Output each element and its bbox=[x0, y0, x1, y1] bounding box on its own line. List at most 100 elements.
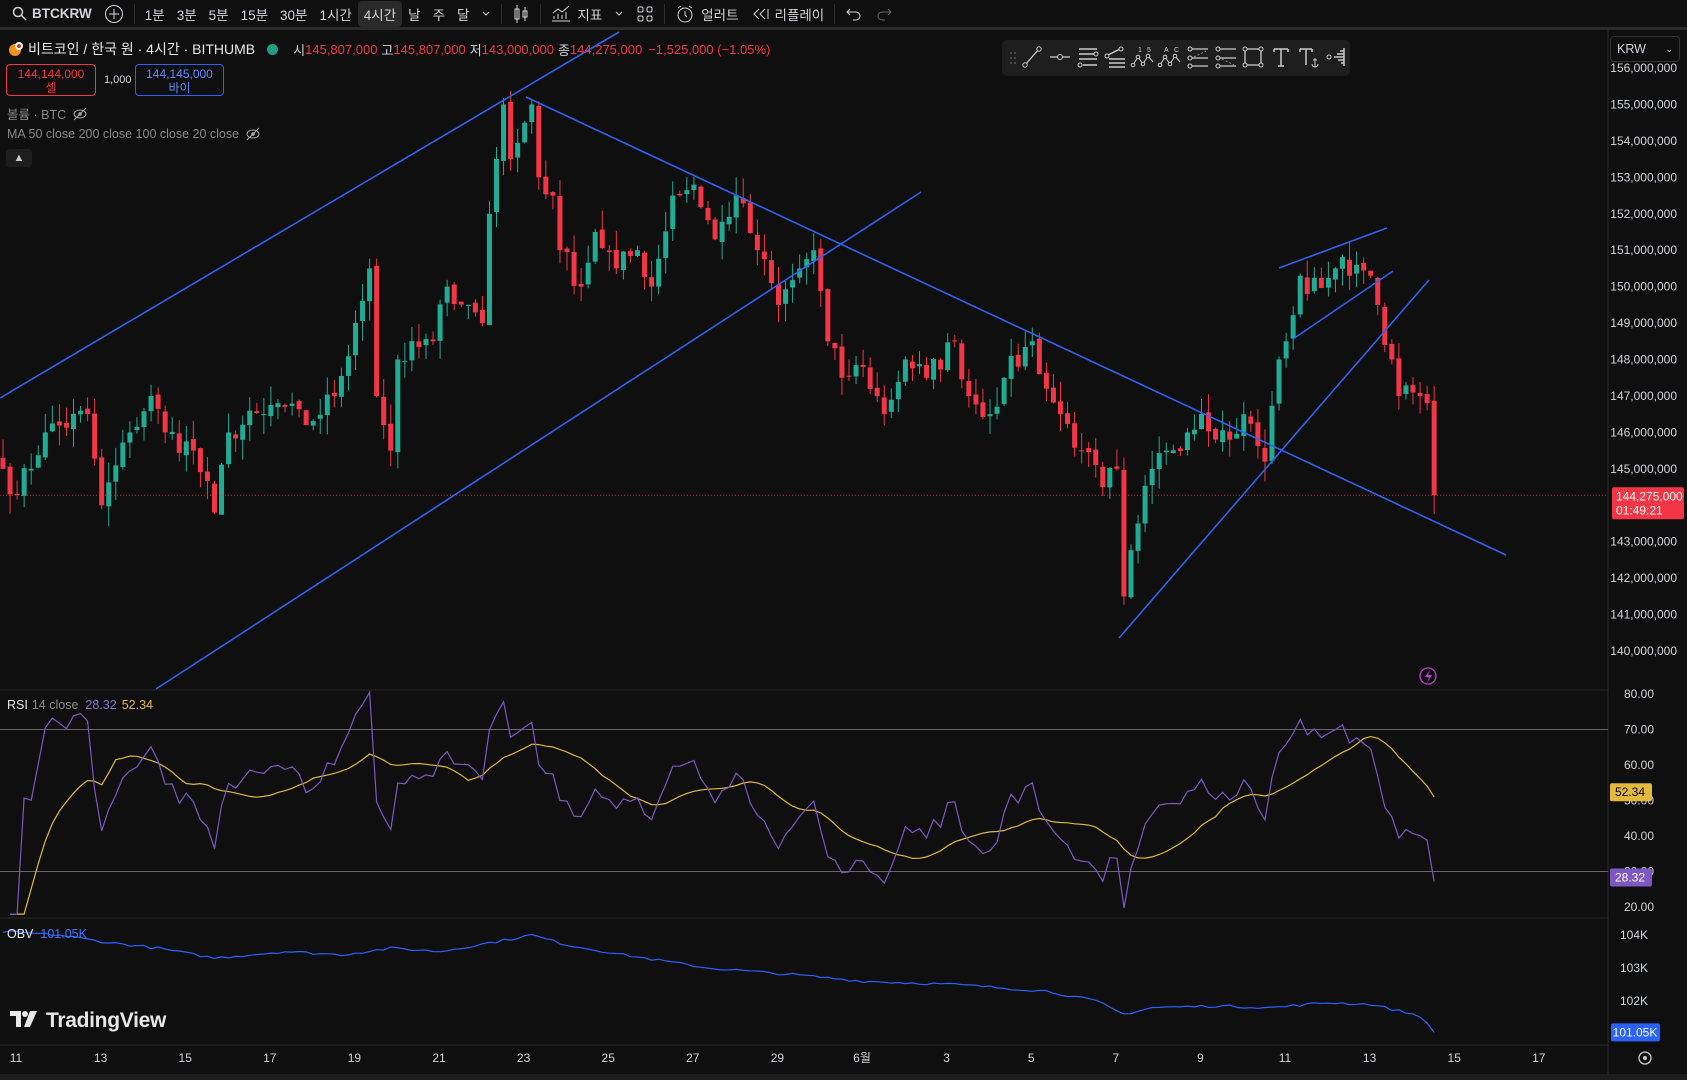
candle-body bbox=[324, 394, 330, 416]
candle bbox=[973, 378, 979, 415]
volume-indicator-legend[interactable]: 볼륨 · BTC bbox=[7, 104, 88, 123]
sell-button[interactable]: 144,144,000 셀 bbox=[6, 64, 96, 96]
candle-body bbox=[1290, 315, 1296, 339]
candle bbox=[966, 368, 972, 408]
candle bbox=[1001, 376, 1007, 407]
high-value: 145,807,000 bbox=[393, 41, 466, 57]
chart-canvas[interactable]: 156,000,000 155,000,000 154,000,000 153,000… bbox=[0, 0, 1687, 1080]
candle bbox=[790, 263, 796, 303]
candle-body bbox=[1304, 277, 1310, 294]
candle bbox=[726, 201, 732, 231]
candle bbox=[162, 405, 168, 444]
obv-tick-label: 102K bbox=[1620, 994, 1648, 1008]
candle-body bbox=[183, 441, 189, 456]
candle bbox=[592, 228, 598, 265]
rsi-legend[interactable]: RSI 14 close 28.32 52.34 bbox=[7, 698, 153, 712]
candle bbox=[1100, 461, 1106, 497]
candle-body bbox=[261, 414, 267, 416]
candle bbox=[92, 398, 98, 466]
candle bbox=[155, 387, 161, 424]
eye-hidden-icon[interactable] bbox=[245, 127, 261, 141]
candle-body bbox=[1382, 306, 1388, 345]
candle-body bbox=[1396, 358, 1402, 396]
candle bbox=[712, 216, 718, 241]
candle-body bbox=[585, 262, 591, 285]
candle bbox=[550, 190, 556, 210]
ma-indicator-legend[interactable]: MA 50 close 200 close 100 close 20 close bbox=[7, 127, 261, 141]
candle bbox=[1086, 441, 1092, 467]
candle bbox=[437, 299, 443, 359]
candle bbox=[1255, 408, 1261, 459]
long-position-tool[interactable] bbox=[1184, 43, 1212, 73]
candle bbox=[1283, 332, 1289, 368]
volume-profile-tool[interactable] bbox=[1322, 43, 1350, 73]
candle bbox=[388, 404, 394, 467]
tradingview-logo[interactable]: TradingView bbox=[10, 1009, 166, 1033]
candle bbox=[938, 357, 944, 383]
horizontal-ray-tool[interactable] bbox=[1046, 43, 1074, 73]
candle-body bbox=[1128, 550, 1134, 598]
rectangle-tool[interactable] bbox=[1239, 43, 1267, 73]
rsi-line bbox=[10, 690, 1435, 915]
candle bbox=[994, 387, 1000, 420]
drawing-toolbar: 15 AC bbox=[1002, 40, 1350, 76]
candle-body bbox=[1234, 433, 1240, 439]
open-value: 145,807,000 bbox=[305, 41, 378, 57]
currency-select[interactable]: KRW ⌄ bbox=[1610, 36, 1680, 62]
xabcd-pattern-tool[interactable]: 15 bbox=[1129, 43, 1157, 73]
candle bbox=[874, 372, 880, 403]
anchored-text-tool[interactable] bbox=[1295, 43, 1323, 73]
candle bbox=[169, 417, 175, 440]
candle bbox=[924, 357, 930, 381]
candle-body bbox=[212, 483, 217, 513]
collapse-legend-button[interactable]: ▲ bbox=[6, 149, 32, 167]
candle-body bbox=[747, 202, 753, 234]
candle bbox=[85, 397, 91, 422]
chevron-down-icon: ⌄ bbox=[1665, 43, 1673, 54]
candle bbox=[740, 178, 746, 208]
candle-body bbox=[1072, 423, 1078, 448]
candle-body bbox=[902, 359, 908, 382]
candle-body bbox=[966, 381, 972, 396]
candle bbox=[1114, 449, 1120, 471]
candle bbox=[254, 402, 260, 415]
obv-legend[interactable]: OBV 101.05K bbox=[7, 927, 87, 941]
lightning-icon[interactable] bbox=[1419, 667, 1437, 685]
eye-hidden-icon[interactable] bbox=[72, 107, 88, 121]
trend-line-tool[interactable] bbox=[1018, 43, 1046, 73]
candle-body bbox=[141, 411, 147, 428]
time-tick-label: 27 bbox=[686, 1051, 700, 1065]
order-quantity[interactable]: 1,000 bbox=[104, 74, 132, 86]
candle bbox=[888, 388, 894, 419]
candle-body bbox=[1431, 400, 1437, 496]
candle bbox=[472, 299, 478, 317]
candle bbox=[176, 420, 182, 462]
countdown-timer: 01:49:21 bbox=[1616, 503, 1663, 517]
fib-retracement-tool[interactable] bbox=[1101, 43, 1129, 73]
time-tick-label: 21 bbox=[432, 1051, 446, 1065]
obv-value: 101.05K bbox=[40, 927, 87, 941]
time-tick-label: 13 bbox=[94, 1051, 108, 1065]
trendline-lower-rising bbox=[155, 191, 922, 690]
abcd-pattern-tool[interactable]: AC bbox=[1157, 43, 1185, 73]
candle-body bbox=[557, 196, 563, 251]
candle bbox=[811, 233, 817, 275]
symbol-title[interactable]: 비트코인 / 한국 원 · 4시간 · BITHUMB bbox=[28, 39, 255, 59]
buy-button[interactable]: 144,145,000 바이 bbox=[135, 64, 224, 96]
short-position-tool[interactable] bbox=[1212, 43, 1240, 73]
candle bbox=[761, 234, 767, 276]
candle-body bbox=[656, 258, 662, 287]
parallel-channel-tool[interactable] bbox=[1074, 43, 1102, 73]
candle bbox=[564, 246, 570, 271]
candle bbox=[557, 180, 563, 264]
candle-body bbox=[240, 424, 246, 440]
candle-body bbox=[973, 394, 979, 405]
text-tool[interactable] bbox=[1267, 43, 1295, 73]
candle bbox=[1093, 438, 1099, 478]
candle bbox=[430, 331, 436, 346]
candle bbox=[1297, 273, 1303, 318]
drag-handle-icon[interactable] bbox=[1008, 43, 1018, 73]
close-label: 종 bbox=[557, 42, 570, 58]
candle-body bbox=[268, 405, 274, 417]
candle bbox=[1241, 401, 1247, 451]
